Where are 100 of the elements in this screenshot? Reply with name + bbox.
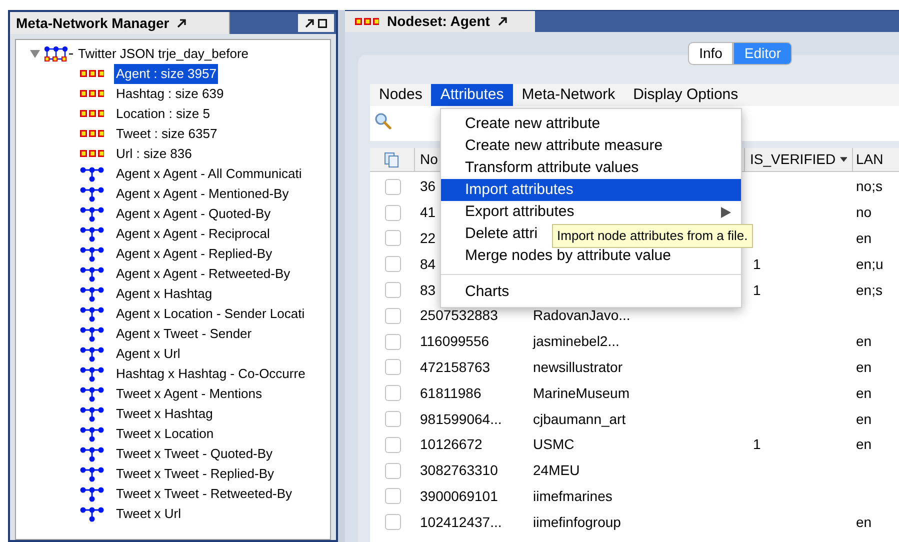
table-cell: iimefinfogroup <box>533 514 621 530</box>
menu-option[interactable]: Import attributes <box>441 179 741 201</box>
tree-item[interactable]: Agent x Agent - Mentioned-By <box>114 184 291 204</box>
tree-item[interactable]: Tweet x Url <box>114 504 184 524</box>
tree-item[interactable]: Twitter JSON trje_day_before <box>78 44 249 64</box>
nodeset-icon <box>355 18 379 26</box>
table-cell: en <box>856 230 872 246</box>
nodeset-icon <box>80 70 104 78</box>
nodeset-icon <box>80 110 104 118</box>
tree-item[interactable]: Hashtag : size 639 <box>114 84 226 104</box>
network-icon <box>80 306 104 322</box>
menu-option[interactable]: Export attributes <box>441 201 741 223</box>
tree-item[interactable]: Agent x Hashtag <box>114 284 214 304</box>
row-checkbox[interactable] <box>384 385 400 402</box>
row-checkbox[interactable] <box>384 282 400 298</box>
network-icon <box>80 326 104 342</box>
column-header[interactable]: IS_VERIFIED <box>745 148 853 171</box>
network-icon <box>80 286 104 302</box>
menu-option[interactable]: Merge nodes by attribute value <box>441 245 741 267</box>
tree-item[interactable]: Location : size 5 <box>114 104 212 124</box>
row-checkbox[interactable] <box>384 462 400 479</box>
tree-item[interactable]: Tweet x Location <box>114 424 216 444</box>
menu-item[interactable]: Nodes <box>370 84 432 106</box>
tree-item[interactable]: Tweet : size 6357 <box>114 124 220 144</box>
row-checkbox[interactable] <box>384 230 400 246</box>
view-toggle[interactable]: Editor <box>733 42 792 65</box>
menu-item[interactable]: Display Options <box>624 84 748 106</box>
panel-title: Meta-Network Manager <box>16 14 170 33</box>
table-cell: 41 <box>420 204 436 220</box>
table-cell: iimefmarines <box>533 488 612 504</box>
menu-option[interactable]: Charts <box>441 281 741 303</box>
caret-icon[interactable] <box>840 157 847 162</box>
row-checkbox[interactable] <box>384 411 400 428</box>
table-cell: 61811986 <box>420 384 482 401</box>
tree-item[interactable]: Agent x Location - Sender Locati <box>114 304 307 324</box>
network-icon <box>80 246 104 262</box>
tree-item[interactable]: Agent x Tweet - Sender <box>114 324 254 344</box>
detach-icon[interactable] <box>177 18 186 28</box>
tree-item[interactable]: Agent x Url <box>114 344 182 364</box>
table-cell: 24MEU <box>533 462 580 478</box>
tree-item[interactable]: Agent x Agent - All Communicati <box>114 164 304 184</box>
table-cell: 1 <box>753 436 761 452</box>
row-checkbox[interactable] <box>384 359 400 376</box>
tree-item[interactable]: Tweet x Agent - Mentions <box>114 384 264 404</box>
menu-option[interactable]: Create new attribute measure <box>441 135 741 157</box>
detach-icon[interactable] <box>498 17 507 26</box>
tree-item[interactable]: Tweet x Hashtag <box>114 404 215 424</box>
table-cell: 22 <box>420 230 436 246</box>
panel-splitter[interactable] <box>338 10 345 542</box>
network-icon <box>80 206 104 222</box>
tree-item[interactable]: Agent : size 3957 <box>114 64 218 84</box>
network-icon <box>80 426 104 442</box>
search-icon[interactable] <box>374 112 392 130</box>
table-cell: RadovanJavo... <box>533 307 630 324</box>
table-cell: en;s <box>856 282 882 298</box>
column-header[interactable]: LAN <box>853 148 899 171</box>
document-tab[interactable]: Nodeset: Agent <box>345 11 535 32</box>
menu-option[interactable]: Transform attribute values <box>441 157 741 179</box>
view-toggle[interactable]: Info <box>688 42 734 65</box>
table-cell: en <box>856 436 872 452</box>
row-checkbox[interactable] <box>384 308 400 324</box>
tree-item[interactable]: Tweet x Tweet - Quoted-By <box>114 444 275 464</box>
tree-item[interactable]: Hashtag x Hashtag - Co-Occurre <box>114 364 308 384</box>
row-checkbox[interactable] <box>384 334 400 350</box>
row-checkbox[interactable] <box>384 256 400 272</box>
row-checkbox[interactable] <box>384 204 400 221</box>
row-checkbox[interactable] <box>384 178 400 195</box>
maximize-icon[interactable] <box>318 18 327 28</box>
undock-icon[interactable] <box>305 18 314 28</box>
tree-item[interactable]: Tweet x Tweet - Retweeted-By <box>114 484 294 504</box>
table-cell: en <box>856 358 872 375</box>
expand-toggle-icon[interactable] <box>30 49 40 59</box>
table-cell: 3900069101 <box>420 488 498 504</box>
tree-item[interactable]: Url : size 836 <box>114 144 194 164</box>
table-cell: 1 <box>753 256 761 272</box>
table-cell: no;s <box>856 178 882 194</box>
tree-item[interactable]: Agent x Agent - Replied-By <box>114 244 274 264</box>
tree-item[interactable]: Agent x Agent - Reciprocal <box>114 224 272 244</box>
tree-item[interactable]: Agent x Agent - Retweeted-By <box>114 264 292 284</box>
row-checkbox[interactable] <box>384 514 400 530</box>
tree-item[interactable]: Tweet x Tweet - Replied-By <box>114 464 276 484</box>
table-cell: en;u <box>856 256 884 272</box>
table-cell: en <box>856 410 872 427</box>
tab-title: Nodeset: Agent <box>387 12 490 31</box>
table-cell: 3082763310 <box>420 462 498 478</box>
table-cell: jasminebel2... <box>533 333 620 350</box>
row-checkbox[interactable] <box>384 488 400 504</box>
nodeset-icon <box>80 150 104 158</box>
row-checkbox[interactable] <box>384 436 400 453</box>
menu-item[interactable]: Meta-Network <box>512 84 624 106</box>
network-icon <box>80 386 104 402</box>
menu-item[interactable]: Attributes <box>431 84 513 106</box>
table-cell: 1 <box>753 282 761 298</box>
table-cell: 84 <box>420 256 436 272</box>
table-cell: 116099556 <box>420 333 490 350</box>
tree-item[interactable]: Agent x Agent - Quoted-By <box>114 204 273 224</box>
panel-tab[interactable]: Meta-Network Manager <box>10 12 230 34</box>
network-icon <box>80 406 104 422</box>
nodeset-icon <box>80 130 104 138</box>
meta-network-icon <box>44 46 74 62</box>
